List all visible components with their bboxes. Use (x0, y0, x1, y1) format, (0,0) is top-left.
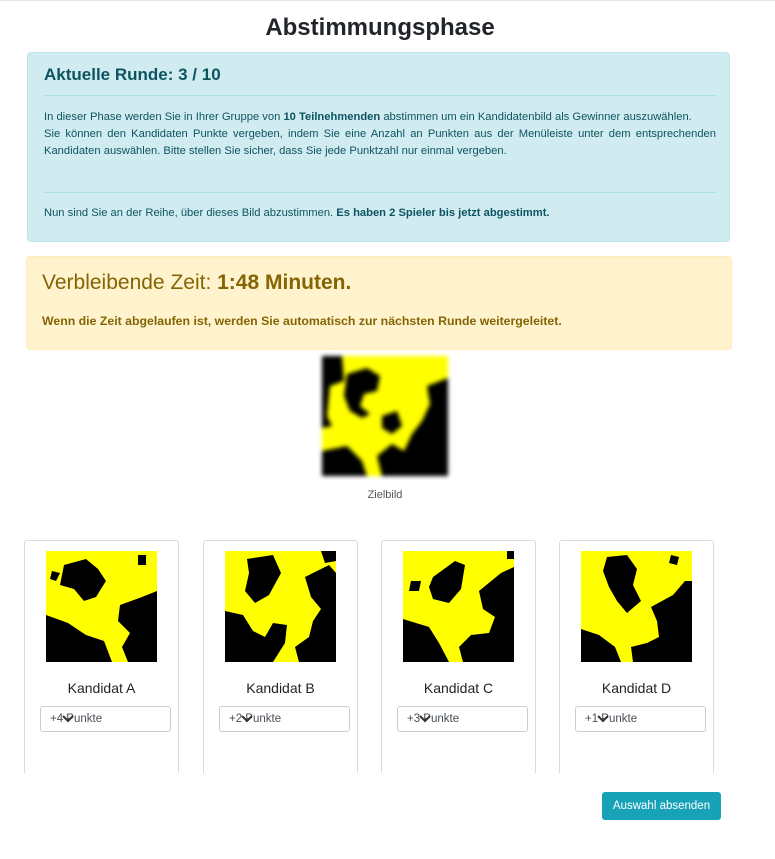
candidate-image (403, 551, 514, 662)
points-select-value: +1 Punkte (585, 713, 638, 725)
vote-status: Nun sind Sie an der Reihe, über dieses B… (44, 207, 550, 219)
candidate-image (225, 551, 336, 662)
info-alert: Aktuelle Runde: 3 / 10 In dieser Phase w… (27, 52, 730, 242)
candidate-card-d: Kandidat D +1 Punkte (559, 540, 714, 773)
candidate-card-a: Kandidat A +4 Punkte (24, 540, 179, 773)
chevron-down-icon (62, 715, 74, 723)
chevron-down-icon (419, 715, 431, 723)
remaining-time-label: Verbleibende Zeit: (42, 271, 218, 294)
points-select-value: +2 Punkte (229, 713, 282, 725)
instructions-part: abstimmen um ein Kandidatenbild als Gewi… (380, 111, 692, 123)
candidate-name: Kandidat A (67, 680, 136, 696)
chevron-down-icon (241, 715, 253, 723)
points-select[interactable]: +4 Punkte (40, 706, 171, 732)
instructions-part: In dieser Phase werden Sie in Ihrer Grup… (44, 111, 284, 123)
timer-note: Wenn die Zeit abgelaufen ist, werden Sie… (42, 314, 562, 328)
submit-button[interactable]: Auswahl absenden (602, 792, 721, 820)
candidate-card-b: Kandidat B +2 Punkte (203, 540, 358, 773)
round-heading: Aktuelle Runde: 3 / 10 (44, 65, 221, 84)
vote-prompt: Nun sind Sie an der Reihe, über dieses B… (44, 207, 337, 219)
participants-count: 10 Teilnehmenden (283, 111, 381, 123)
candidate-card-c: Kandidat C +3 Punkte (381, 540, 536, 773)
divider (44, 95, 716, 96)
points-select-value: +4 Punkte (50, 713, 103, 725)
points-select[interactable]: +3 Punkte (397, 706, 528, 732)
candidate-name: Kandidat D (601, 680, 672, 696)
chevron-down-icon (597, 715, 609, 723)
target-label: Zielbild (367, 489, 403, 501)
remaining-time: Verbleibende Zeit: 1:48 Minuten. (42, 271, 351, 295)
candidate-name: Kandidat C (423, 680, 494, 696)
points-select[interactable]: +2 Punkte (219, 706, 350, 732)
divider (44, 192, 716, 193)
remaining-time-value: 1:48 Minuten. (217, 271, 352, 294)
instructions-text: In dieser Phase werden Sie in Ihrer Grup… (44, 109, 716, 160)
target-image (322, 356, 448, 476)
instructions-points: Sie können den Kandidaten Punkte vergebe… (44, 128, 716, 157)
timer-alert: Verbleibende Zeit: 1:48 Minuten. Wenn di… (26, 256, 732, 350)
candidate-name: Kandidat B (246, 680, 315, 696)
page-title: Abstimmungsphase (265, 14, 495, 41)
points-select-value: +3 Punkte (407, 713, 460, 725)
points-select[interactable]: +1 Punkte (575, 706, 706, 732)
candidate-image (46, 551, 157, 662)
top-border (0, 0, 775, 1)
votes-count: Es haben 2 Spieler bis jetzt abgestimmt. (336, 207, 550, 219)
candidate-image (581, 551, 692, 662)
